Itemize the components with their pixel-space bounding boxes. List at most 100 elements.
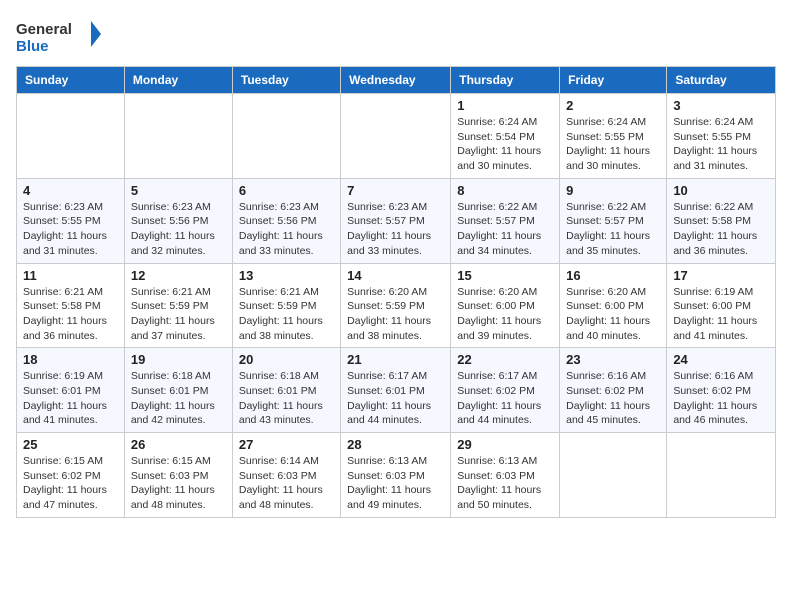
day-number: 16: [566, 268, 660, 283]
day-info: Sunrise: 6:17 AM Sunset: 6:01 PM Dayligh…: [347, 369, 444, 428]
logo-svg: General Blue: [16, 16, 106, 58]
calendar-week-4: 18Sunrise: 6:19 AM Sunset: 6:01 PM Dayli…: [17, 348, 776, 433]
day-header-saturday: Saturday: [667, 67, 776, 94]
day-info: Sunrise: 6:18 AM Sunset: 6:01 PM Dayligh…: [239, 369, 334, 428]
day-number: 6: [239, 183, 334, 198]
day-number: 26: [131, 437, 226, 452]
day-info: Sunrise: 6:21 AM Sunset: 5:59 PM Dayligh…: [131, 285, 226, 344]
day-info: Sunrise: 6:20 AM Sunset: 6:00 PM Dayligh…: [457, 285, 553, 344]
calendar-cell: 5 Sunrise: 6:23 AM Sunset: 5:56 PM Daylig…: [124, 178, 232, 263]
calendar-cell: 13 Sunrise: 6:21 AM Sunset: 5:59 PM Dayli…: [232, 263, 340, 348]
day-info: Sunrise: 6:21 AM Sunset: 5:59 PM Dayligh…: [239, 285, 334, 344]
calendar-cell: 6 Sunrise: 6:23 AM Sunset: 5:56 PM Daylig…: [232, 178, 340, 263]
calendar-cell: 1 Sunrise: 6:24 AM Sunset: 5:54 PM Daylig…: [451, 94, 560, 179]
calendar-week-5: 25 Sunrise: 6:15 AM Sunset: 6:02 PM Dayli…: [17, 433, 776, 518]
calendar-cell: [560, 433, 667, 518]
calendar-cell: 20 Sunrise: 6:18 AM Sunset: 6:01 PM Dayli…: [232, 348, 340, 433]
day-info: Sunrise: 6:18 AM Sunset: 6:01 PM Dayligh…: [131, 369, 226, 428]
day-number: 13: [239, 268, 334, 283]
day-info: Sunrise: 6:16 AM Sunset: 6:02 PM Dayligh…: [673, 369, 769, 428]
day-info: Sunrise: 6:24 AM Sunset: 5:55 PM Dayligh…: [566, 115, 660, 174]
calendar-week-1: 1 Sunrise: 6:24 AM Sunset: 5:54 PM Daylig…: [17, 94, 776, 179]
calendar-cell: [667, 433, 776, 518]
day-number: 29: [457, 437, 553, 452]
day-number: 21: [347, 352, 444, 367]
calendar-header-row: SundayMondayTuesdayWednesdayThursdayFrid…: [17, 67, 776, 94]
day-number: 7: [347, 183, 444, 198]
day-number: 23: [566, 352, 660, 367]
calendar-cell: 17 Sunrise: 6:19 AM Sunset: 6:00 PM Dayli…: [667, 263, 776, 348]
calendar-week-3: 11Sunrise: 6:21 AM Sunset: 5:58 PM Dayli…: [17, 263, 776, 348]
day-header-tuesday: Tuesday: [232, 67, 340, 94]
day-number: 17: [673, 268, 769, 283]
day-info: Sunrise: 6:22 AM Sunset: 5:57 PM Dayligh…: [566, 200, 660, 259]
calendar-cell: 16 Sunrise: 6:20 AM Sunset: 6:00 PM Dayli…: [560, 263, 667, 348]
calendar-cell: 27 Sunrise: 6:14 AM Sunset: 6:03 PM Dayli…: [232, 433, 340, 518]
day-info: Sunrise: 6:23 AM Sunset: 5:55 PM Dayligh…: [23, 200, 118, 259]
day-info: Sunrise: 6:23 AM Sunset: 5:56 PM Dayligh…: [239, 200, 334, 259]
calendar-cell: [124, 94, 232, 179]
day-info: Sunrise: 6:24 AM Sunset: 5:55 PM Dayligh…: [673, 115, 769, 174]
day-header-sunday: Sunday: [17, 67, 125, 94]
day-header-friday: Friday: [560, 67, 667, 94]
day-number: 28: [347, 437, 444, 452]
day-info: Sunrise: 6:22 AM Sunset: 5:58 PM Dayligh…: [673, 200, 769, 259]
day-info: Sunrise: 6:23 AM Sunset: 5:57 PM Dayligh…: [347, 200, 444, 259]
calendar-cell: 23Sunrise: 6:16 AM Sunset: 6:02 PM Dayli…: [560, 348, 667, 433]
day-info: Sunrise: 6:20 AM Sunset: 5:59 PM Dayligh…: [347, 285, 444, 344]
day-number: 12: [131, 268, 226, 283]
calendar-cell: 4Sunrise: 6:23 AM Sunset: 5:55 PM Daylig…: [17, 178, 125, 263]
calendar-cell: 15 Sunrise: 6:20 AM Sunset: 6:00 PM Dayli…: [451, 263, 560, 348]
calendar-cell: 26 Sunrise: 6:15 AM Sunset: 6:03 PM Dayli…: [124, 433, 232, 518]
day-number: 10: [673, 183, 769, 198]
calendar-cell: 29 Sunrise: 6:13 AM Sunset: 6:03 PM Dayli…: [451, 433, 560, 518]
svg-text:General: General: [16, 21, 72, 38]
day-info: Sunrise: 6:19 AM Sunset: 6:00 PM Dayligh…: [673, 285, 769, 344]
calendar-cell: 22Sunrise: 6:17 AM Sunset: 6:02 PM Dayli…: [451, 348, 560, 433]
calendar-cell: 7 Sunrise: 6:23 AM Sunset: 5:57 PM Daylig…: [341, 178, 451, 263]
day-number: 15: [457, 268, 553, 283]
day-info: Sunrise: 6:15 AM Sunset: 6:02 PM Dayligh…: [23, 454, 118, 513]
day-number: 9: [566, 183, 660, 198]
calendar-cell: 8 Sunrise: 6:22 AM Sunset: 5:57 PM Daylig…: [451, 178, 560, 263]
day-info: Sunrise: 6:13 AM Sunset: 6:03 PM Dayligh…: [457, 454, 553, 513]
calendar-cell: 19 Sunrise: 6:18 AM Sunset: 6:01 PM Dayli…: [124, 348, 232, 433]
calendar-cell: 11Sunrise: 6:21 AM Sunset: 5:58 PM Dayli…: [17, 263, 125, 348]
day-number: 5: [131, 183, 226, 198]
calendar-cell: 25 Sunrise: 6:15 AM Sunset: 6:02 PM Dayli…: [17, 433, 125, 518]
calendar: SundayMondayTuesdayWednesdayThursdayFrid…: [16, 66, 776, 518]
day-number: 3: [673, 98, 769, 113]
day-header-thursday: Thursday: [451, 67, 560, 94]
day-info: Sunrise: 6:23 AM Sunset: 5:56 PM Dayligh…: [131, 200, 226, 259]
calendar-cell: 2 Sunrise: 6:24 AM Sunset: 5:55 PM Daylig…: [560, 94, 667, 179]
day-number: 8: [457, 183, 553, 198]
day-info: Sunrise: 6:22 AM Sunset: 5:57 PM Dayligh…: [457, 200, 553, 259]
calendar-cell: 24Sunrise: 6:16 AM Sunset: 6:02 PM Dayli…: [667, 348, 776, 433]
day-info: Sunrise: 6:15 AM Sunset: 6:03 PM Dayligh…: [131, 454, 226, 513]
calendar-cell: 3 Sunrise: 6:24 AM Sunset: 5:55 PM Daylig…: [667, 94, 776, 179]
day-number: 2: [566, 98, 660, 113]
logo: General Blue: [16, 16, 106, 58]
day-header-wednesday: Wednesday: [341, 67, 451, 94]
day-info: Sunrise: 6:19 AM Sunset: 6:01 PM Dayligh…: [23, 369, 118, 428]
day-info: Sunrise: 6:24 AM Sunset: 5:54 PM Dayligh…: [457, 115, 553, 174]
header: General Blue: [16, 16, 776, 58]
svg-text:Blue: Blue: [16, 38, 49, 55]
calendar-cell: 14 Sunrise: 6:20 AM Sunset: 5:59 PM Dayli…: [341, 263, 451, 348]
day-number: 19: [131, 352, 226, 367]
calendar-cell: 9 Sunrise: 6:22 AM Sunset: 5:57 PM Daylig…: [560, 178, 667, 263]
calendar-cell: [341, 94, 451, 179]
day-info: Sunrise: 6:14 AM Sunset: 6:03 PM Dayligh…: [239, 454, 334, 513]
day-number: 22: [457, 352, 553, 367]
day-info: Sunrise: 6:13 AM Sunset: 6:03 PM Dayligh…: [347, 454, 444, 513]
day-number: 14: [347, 268, 444, 283]
day-info: Sunrise: 6:21 AM Sunset: 5:58 PM Dayligh…: [23, 285, 118, 344]
calendar-week-2: 4Sunrise: 6:23 AM Sunset: 5:55 PM Daylig…: [17, 178, 776, 263]
day-number: 27: [239, 437, 334, 452]
day-number: 25: [23, 437, 118, 452]
calendar-cell: 12 Sunrise: 6:21 AM Sunset: 5:59 PM Dayli…: [124, 263, 232, 348]
day-number: 20: [239, 352, 334, 367]
calendar-cell: 28 Sunrise: 6:13 AM Sunset: 6:03 PM Dayli…: [341, 433, 451, 518]
day-number: 1: [457, 98, 553, 113]
day-info: Sunrise: 6:20 AM Sunset: 6:00 PM Dayligh…: [566, 285, 660, 344]
